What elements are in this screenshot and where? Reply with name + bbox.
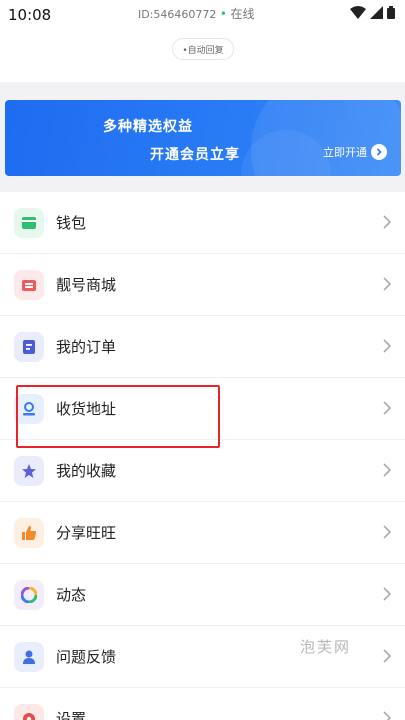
battery-icon [387,6,395,19]
status-time: 10:08 [8,6,52,24]
chevron-right-icon [383,339,391,353]
menu-item-settings[interactable]: 设置 [0,688,405,720]
banner-title: 多种精选权益 [103,119,193,135]
profile-header: •自动回复 [0,28,405,82]
status-icons [350,6,395,19]
menu-item-label: 靓号商城 [56,276,117,294]
banner-subtitle: 开通会员立享 [150,147,240,163]
moments-icon [14,579,44,610]
settings-icon [14,703,44,720]
wallet-icon [14,207,44,238]
chevron-right-icon [383,215,391,229]
menu-item-orders[interactable]: 我的订单 [0,316,405,378]
menu-item-favorites[interactable]: 我的收藏 [0,440,405,502]
chevron-right-icon [383,277,391,291]
address-icon [14,393,44,424]
vip-banner[interactable]: 多种精选权益 开通会员立享 立即开通 [5,100,401,176]
chevron-right-icon [383,711,391,720]
menu-item-label: 问题反馈 [56,648,117,666]
menu-item-label: 设置 [56,710,87,720]
chevron-right-circle-icon [371,144,387,160]
account-id-text: ID:546460772 [138,8,217,21]
star-icon [14,455,44,486]
open-vip-label: 立即开通 [323,146,367,159]
menu-item-moments[interactable]: 动态 [0,564,405,626]
chevron-right-icon [383,587,391,601]
status-bar: 10:08 ID:546460772 • 在线 [0,0,405,28]
status-account-id: ID:546460772 • 在线 [138,5,255,22]
menu-item-label: 钱包 [56,214,87,232]
menu-item-label: 我的收藏 [56,462,117,480]
chevron-right-icon [383,463,391,477]
feedback-icon [14,641,44,672]
menu-item-label: 分享旺旺 [56,524,117,542]
online-dot: • [219,7,227,21]
open-vip-button[interactable]: 立即开通 [323,144,387,160]
menu-item-shop[interactable]: 靓号商城 [0,254,405,316]
menu-item-wallet[interactable]: 钱包 [0,192,405,254]
watermark: 泡芙网 [300,638,352,656]
menu-item-label: 我的订单 [56,338,117,356]
signal-icon [370,6,383,19]
banner-section: 多种精选权益 开通会员立享 立即开通 [0,82,405,192]
online-status: 在线 [230,7,255,21]
order-icon [14,331,44,362]
wifi-icon [350,6,366,19]
auto-reply-button[interactable]: •自动回复 [172,38,234,60]
thumb-up-icon [14,517,44,548]
menu-item-share[interactable]: 分享旺旺 [0,502,405,564]
menu-item-label: 动态 [56,586,87,604]
chevron-right-icon [383,649,391,663]
menu-item-address[interactable]: 收货地址 [0,378,405,440]
chevron-right-icon [383,525,391,539]
menu-item-label: 收货地址 [56,400,117,418]
shop-icon [14,269,44,300]
chevron-right-icon [383,401,391,415]
